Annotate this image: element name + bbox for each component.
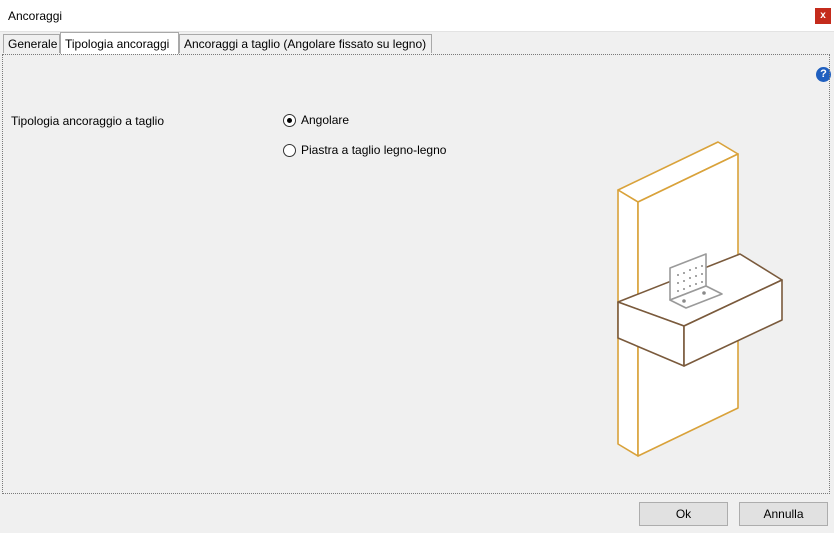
tab-strip: Generale Tipologia ancoraggi Ancoraggi a… <box>0 32 834 82</box>
radio-piastra-label: Piastra a taglio legno-legno <box>301 143 447 157</box>
radio-angolare-indicator[interactable] <box>283 114 296 127</box>
title-bar: Ancoraggi x <box>0 0 834 32</box>
close-icon: x <box>820 10 826 21</box>
cancel-button[interactable]: Annulla <box>739 502 828 526</box>
close-button[interactable]: x <box>815 8 831 24</box>
anchor-illustration <box>617 141 783 457</box>
window-title: Ancoraggi <box>8 9 63 23</box>
tab-tipologia-ancoraggi[interactable]: Tipologia ancoraggi <box>60 32 179 54</box>
tab-ancoraggi-a-taglio[interactable]: Ancoraggi a taglio (Angolare fissato su … <box>179 34 432 53</box>
field-label-tipologia: Tipologia ancoraggio a taglio <box>11 114 164 128</box>
radio-angolare-label: Angolare <box>301 113 350 127</box>
tab-generale[interactable]: Generale <box>3 34 60 53</box>
radio-piastra-indicator[interactable] <box>283 144 296 157</box>
ok-button[interactable]: Ok <box>639 502 728 526</box>
